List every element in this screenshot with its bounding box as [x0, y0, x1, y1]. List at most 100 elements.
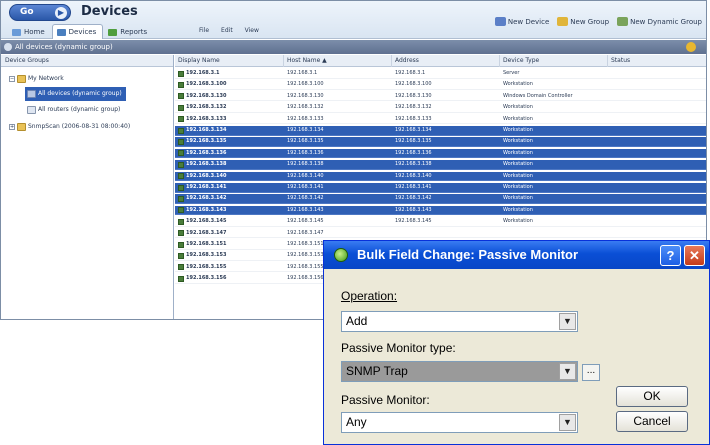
bulk-field-change-dialog: Bulk Field Change: Passive Monitor ? ✕ O…: [323, 240, 710, 445]
device-type-cell: Workstation: [503, 206, 533, 213]
device-icon: [178, 195, 184, 202]
display-name-text: 192.168.3.156: [186, 275, 227, 282]
device-icon: [178, 81, 184, 88]
table-row[interactable]: 192.168.3.142 192.168.3.142 192.168.3.142 W…: [175, 194, 706, 204]
passive-monitor-type-label-text: Passive Monitor type:: [341, 341, 456, 355]
device-icon: [178, 264, 184, 271]
new-dynamic-group-label: New Dynamic Group: [630, 17, 702, 26]
device-icon: [178, 127, 184, 134]
new-group-button[interactable]: New Group: [557, 17, 609, 26]
address-cell: 192.168.3.138: [395, 161, 432, 168]
column-header-host-name[interactable]: Host Name ▲: [284, 55, 392, 67]
device-icon: [178, 241, 184, 248]
host-name-cell: 192.168.3.1: [287, 70, 318, 76]
reports-icon: [108, 28, 118, 36]
devices-icon: [56, 28, 66, 36]
display-name-cell: 192.168.3.153: [178, 251, 283, 260]
go-button[interactable]: Go ▶: [9, 4, 71, 21]
address-cell: 192.168.3.134: [395, 127, 432, 133]
screen: Go ▶ Devices Home Devices Reports File E…: [0, 0, 710, 445]
display-name-text: 192.168.3.135: [186, 138, 227, 145]
menu-edit[interactable]: Edit: [221, 27, 233, 34]
column-header-display-name[interactable]: Display Name: [175, 55, 284, 67]
address-cell: 192.168.3.141: [395, 184, 432, 190]
column-header-device-type[interactable]: Device Type: [500, 55, 608, 67]
options-icon[interactable]: [686, 42, 696, 52]
collapse-icon[interactable]: −: [9, 76, 15, 82]
chevron-down-icon[interactable]: ▼: [559, 363, 576, 380]
table-row[interactable]: 192.168.3.136 192.168.3.136 192.168.3.136 W…: [175, 148, 706, 159]
dialog-title-bar[interactable]: Bulk Field Change: Passive Monitor ? ✕: [324, 241, 709, 269]
table-row[interactable]: 192.168.3.140 192.168.3.140 192.168.3.140 W…: [175, 171, 706, 182]
display-name-cell: 192.168.3.138: [178, 160, 283, 169]
table-row[interactable]: 192.168.3.132 192.168.3.132 192.168.3.132 W…: [175, 103, 706, 113]
table-row[interactable]: 192.168.3.134 192.168.3.134 192.168.3.134 W…: [175, 126, 706, 136]
table-row[interactable]: 192.168.3.135 192.168.3.135 192.168.3.135 W…: [175, 137, 706, 147]
tab-home-label: Home: [24, 27, 45, 36]
display-name-cell: 192.168.3.151: [178, 240, 283, 249]
operation-select[interactable]: Add ▼: [341, 311, 578, 332]
device-type-cell: Workstation: [503, 172, 533, 179]
new-device-label: New Device: [507, 17, 550, 26]
tree-node-label: SnmpScan (2006-08-31 08:00:40): [28, 123, 131, 130]
tree-node-snmpscan[interactable]: + SnmpScan (2006-08-31 08:00:40): [7, 121, 134, 133]
new-dynamic-group-button[interactable]: New Dynamic Group: [617, 17, 702, 26]
address-cell: 192.168.3.130: [395, 92, 432, 99]
menu-bar: File Edit View: [199, 27, 259, 34]
display-name-cell: 192.168.3.155: [178, 263, 283, 272]
chevron-down-icon[interactable]: ▼: [559, 414, 576, 431]
table-row[interactable]: 192.168.3.1 192.168.3.1 192.168.3.1 Server: [175, 69, 706, 79]
address-cell: 192.168.3.1: [395, 70, 426, 76]
tree-node-all-devices[interactable]: All devices (dynamic group): [25, 87, 126, 101]
device-icon: [178, 184, 184, 191]
close-button[interactable]: ✕: [684, 245, 705, 266]
display-name-cell: 192.168.3.156: [178, 274, 283, 283]
column-header-status[interactable]: Status: [608, 55, 706, 67]
address-cell: 192.168.3.140: [395, 172, 432, 179]
tree-node-my-network[interactable]: − My Network: [7, 73, 68, 85]
tab-reports[interactable]: Reports: [103, 24, 154, 39]
expand-icon[interactable]: +: [9, 124, 15, 130]
ok-button[interactable]: OK: [616, 386, 688, 407]
host-name-cell: 192.168.3.143: [287, 206, 324, 213]
device-groups-tree: Device Groups − My Network All devices (…: [1, 55, 174, 319]
column-header-address[interactable]: Address: [392, 55, 500, 67]
dynamic-group-icon: [27, 106, 36, 114]
table-row[interactable]: 192.168.3.100 192.168.3.100 192.168.3.100 W…: [175, 80, 706, 90]
display-name-cell: 192.168.3.133: [178, 115, 283, 124]
table-row[interactable]: 192.168.3.143 192.168.3.143 192.168.3.143 W…: [175, 205, 706, 216]
passive-monitor-type-value: SNMP Trap: [346, 364, 408, 378]
device-icon: [178, 173, 184, 180]
host-name-cell: 192.168.3.135: [287, 138, 324, 145]
table-row[interactable]: 192.168.3.141 192.168.3.141 192.168.3.141 W…: [175, 183, 706, 193]
new-device-button[interactable]: New Device: [494, 17, 550, 26]
device-type-cell: Workstation: [503, 115, 533, 122]
table-row[interactable]: 192.168.3.133 192.168.3.133 192.168.3.133 W…: [175, 115, 706, 125]
table-row[interactable]: 192.168.3.130 192.168.3.130 192.168.3.130 W…: [175, 92, 706, 102]
browse-button[interactable]: ...: [582, 364, 600, 381]
table-row[interactable]: 192.168.3.138 192.168.3.138 192.168.3.138 W…: [175, 160, 706, 170]
display-name-text: 192.168.3.141: [186, 184, 227, 190]
address-cell: 192.168.3.135: [395, 138, 432, 145]
group-title: All devices (dynamic group): [15, 43, 113, 51]
tree-node-label: All routers (dynamic group): [38, 106, 121, 113]
passive-monitor-select[interactable]: Any ▼: [341, 412, 578, 433]
table-row[interactable]: 192.168.3.145 192.168.3.145 192.168.3.145 W…: [175, 217, 706, 227]
device-type-cell: Workstation: [503, 184, 533, 190]
help-button[interactable]: ?: [660, 245, 681, 266]
passive-monitor-type-select[interactable]: SNMP Trap ▼: [341, 361, 578, 382]
device-icon: [178, 116, 184, 123]
device-type-cell: [503, 229, 603, 238]
menu-view[interactable]: View: [245, 27, 259, 34]
chevron-down-icon[interactable]: ▼: [559, 313, 576, 330]
cancel-button[interactable]: Cancel: [616, 411, 688, 432]
display-name-cell: 192.168.3.147: [178, 229, 283, 238]
menu-file[interactable]: File: [199, 27, 209, 34]
host-name-cell: 192.168.3.145: [287, 218, 324, 225]
tree-node-all-routers[interactable]: All routers (dynamic group): [25, 104, 124, 116]
host-name-cell: 192.168.3.132: [287, 104, 324, 111]
table-row[interactable]: 192.168.3.147 192.168.3.147: [175, 229, 706, 239]
tab-devices[interactable]: Devices: [51, 24, 104, 39]
tab-home[interactable]: Home: [7, 24, 52, 39]
display-name-text: 192.168.3.155: [186, 263, 227, 270]
